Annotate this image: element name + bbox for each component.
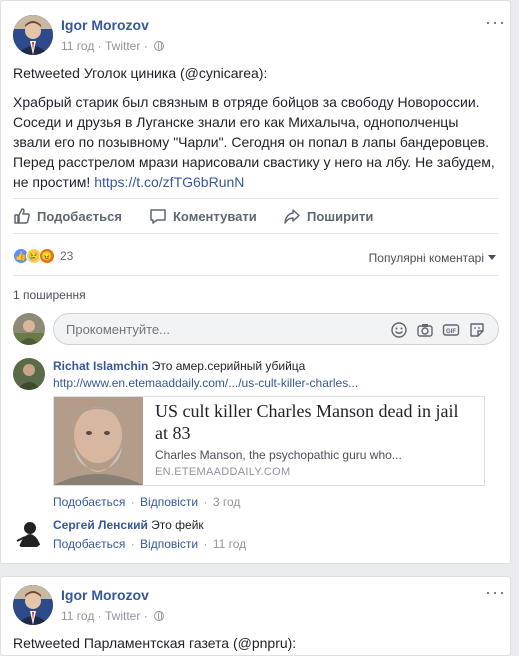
commenter-name[interactable]: Сергей Ленский [53, 518, 148, 532]
comment-like-link[interactable]: Подобається [53, 495, 125, 509]
comment-icon [150, 209, 166, 224]
link-preview-card[interactable]: US cult killer Charles Manson dead in ja… [53, 396, 485, 486]
post-source: Twitter [105, 609, 141, 623]
comment-button[interactable]: Коментувати [149, 207, 257, 225]
post-meta: 11 год · Twitter · [61, 39, 165, 53]
post-meta: 11 год · Twitter · [61, 609, 165, 623]
retweet-line: Retweeted Парламентская газета (@pnpru): [13, 635, 297, 651]
comment-header: Сергей Ленский Это фейк [53, 518, 204, 532]
comment-reply-link[interactable]: Відповісти [140, 537, 198, 551]
comment-input-box[interactable]: GIF [53, 313, 499, 345]
sort-label: Популярні коментарі [368, 251, 484, 265]
post-text: Храбрый старик был связным в отряде бойц… [13, 92, 503, 192]
like-label: Подобається [37, 208, 122, 224]
comment-time[interactable]: 3 год [213, 495, 241, 509]
preview-domain: EN.ETEMAADDAILY.COM [155, 466, 291, 478]
comment-text: Это фейк [151, 518, 204, 532]
post-time[interactable]: 11 год [61, 609, 94, 623]
angry-reaction-icon: 😠 [39, 248, 55, 264]
commenter-avatar[interactable] [13, 517, 45, 549]
comment-text: Это амер.серийный убийца [151, 359, 306, 373]
svg-text:GIF: GIF [446, 329, 456, 335]
reactions-summary[interactable]: 👍 😢 😠 23 [13, 248, 73, 264]
action-bar: Подобається Коментувати Поширити [13, 198, 498, 234]
post-text-line: Соседи и друзья в Луганске знали его как… [13, 114, 459, 130]
post-text-line: Храбрый старик был связным в отряде бойц… [13, 94, 480, 110]
comment-reply-link[interactable]: Відповісти [140, 495, 198, 509]
comment-actions: Подобається · Відповісти · 11 год [53, 537, 247, 551]
author-avatar[interactable] [13, 585, 53, 625]
author-avatar[interactable] [13, 15, 53, 55]
post-time[interactable]: 11 год [61, 39, 94, 53]
my-avatar [13, 313, 45, 345]
comment-header: Richat Islamchin Это амер.серийный убийц… [53, 359, 305, 373]
post-text-line: не простим! [13, 174, 91, 190]
retweet-line: Retweeted Уголок циника (@cynicarea): [13, 65, 268, 81]
camera-icon[interactable] [416, 321, 434, 339]
commenter-name[interactable]: Richat Islamchin [53, 359, 148, 373]
author-name[interactable]: Igor Morozov [61, 17, 149, 33]
globe-icon [154, 611, 165, 621]
post-card: Igor Morozov 11 год · Twitter · ··· Retw… [0, 0, 511, 564]
emoji-icon[interactable] [390, 321, 408, 339]
post-card: Igor Morozov 11 год · Twitter · ··· Retw… [0, 576, 511, 656]
comment-label: Коментувати [173, 208, 257, 224]
shares-count[interactable]: 1 поширення [13, 288, 86, 302]
thumbs-up-icon [14, 208, 30, 224]
commenter-avatar[interactable] [13, 358, 45, 390]
caret-down-icon [488, 255, 496, 260]
preview-image [54, 397, 143, 485]
gif-icon[interactable]: GIF [442, 321, 460, 339]
share-button[interactable]: Поширити [283, 207, 373, 225]
preview-description: Charles Manson, the psychopathic guru wh… [155, 448, 402, 462]
comment-like-link[interactable]: Подобається [53, 537, 125, 551]
divider [13, 275, 498, 276]
post-link[interactable]: https://t.co/zfTG6bRunN [94, 174, 244, 190]
reaction-count: 23 [60, 249, 74, 263]
author-name[interactable]: Igor Morozov [61, 587, 149, 603]
post-source: Twitter [105, 39, 141, 53]
share-icon [284, 209, 300, 224]
comment-time[interactable]: 11 год [213, 537, 246, 551]
sticker-icon[interactable] [468, 321, 486, 339]
more-options-icon[interactable]: ··· [485, 13, 506, 31]
globe-icon [154, 41, 165, 51]
comment-sort-dropdown[interactable]: Популярні коментарі [369, 251, 496, 265]
comment-link[interactable]: http://www.en.etemaaddaily.com/.../us-cu… [53, 376, 358, 390]
post-text-line: Перед расстрелом мрази нарисовали свасти… [13, 154, 495, 170]
more-options-icon[interactable]: ··· [485, 583, 506, 601]
like-button[interactable]: Подобається [13, 207, 122, 225]
share-label: Поширити [307, 208, 374, 224]
comment-actions: Подобається · Відповісти · 3 год [53, 495, 241, 509]
comment-input[interactable] [64, 321, 364, 338]
post-text-line: звали его по позывному "Чарли". Сегодня … [13, 134, 490, 150]
preview-title[interactable]: US cult killer Charles Manson dead in ja… [155, 400, 475, 444]
